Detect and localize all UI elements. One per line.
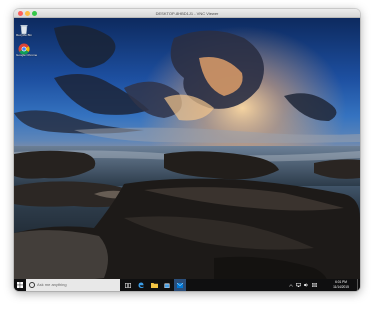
windows-logo-icon [17,282,23,288]
mail-icon [177,282,183,288]
desktop-icon-recycle-bin[interactable]: Recycle Bin [16,22,32,38]
volume-button[interactable] [303,279,310,291]
file-explorer-button[interactable] [148,279,160,291]
window-title: DESKTOP-8HBD1J1 - VNC Viewer [155,11,219,16]
search-placeholder: Ask me anything [37,282,67,287]
edge-icon [138,282,144,288]
action-center-button[interactable] [311,279,318,291]
network-button[interactable] [295,279,302,291]
chevron-up-icon [289,283,293,287]
clock-date: 11/14/2015 [333,284,349,289]
taskbar: Ask me anything 6:01 PM 11/14/2015 [14,279,360,291]
network-icon [296,283,301,287]
cortana-icon [29,282,35,288]
task-view-icon [125,282,131,288]
search-box[interactable]: Ask me anything [26,279,120,291]
window-titlebar[interactable]: DESKTOP-8HBD1J1 - VNC Viewer [14,9,360,18]
vnc-viewer-window: DESKTOP-8HBD1J1 - VNC Viewer Recycle Bin… [14,9,360,291]
wallpaper [14,18,360,291]
volume-icon [304,283,308,287]
notifications-icon [312,283,317,287]
task-view-button[interactable] [122,279,134,291]
store-icon [164,283,170,288]
taskbar-clock[interactable]: 6:01 PM 11/14/2015 [330,280,352,289]
remote-desktop[interactable]: Recycle Bin Google Chrome Ask me anythin… [14,18,360,291]
show-desktop-button[interactable] [357,279,360,291]
file-explorer-icon [150,283,158,288]
desktop-icon-label: Recycle Bin [16,33,32,37]
store-button[interactable] [161,279,173,291]
show-hidden-icons-button[interactable] [288,279,294,291]
start-button[interactable] [14,279,26,291]
edge-button[interactable] [135,279,147,291]
mail-button[interactable] [174,279,186,291]
desktop-icon-chrome[interactable]: Google Chrome [16,42,38,58]
desktop-icon-label: Google Chrome [16,53,38,57]
